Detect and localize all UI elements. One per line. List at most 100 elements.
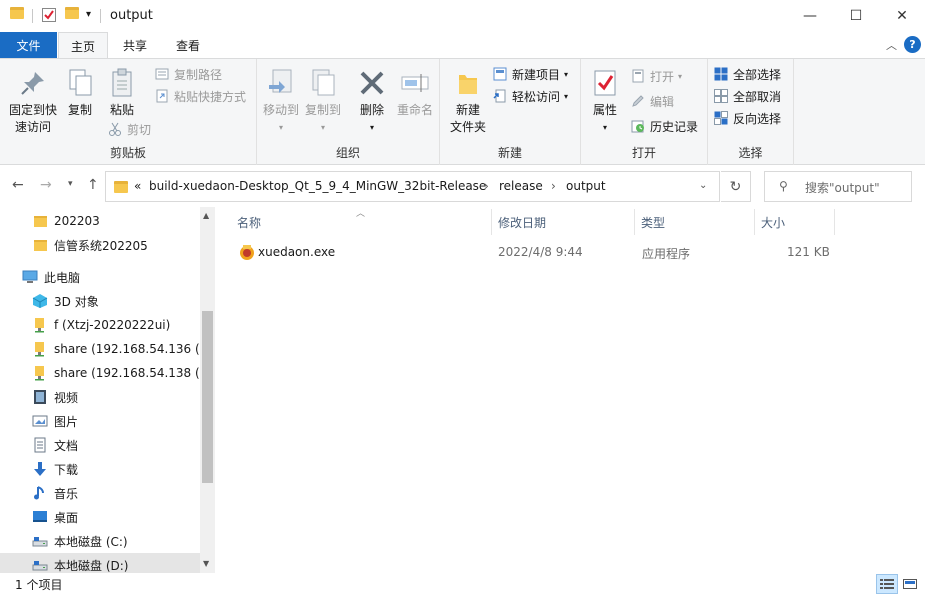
breadcrumb-separator-icon[interactable]: › bbox=[551, 179, 556, 193]
navigation-pane: 202203 信管系统202205 此电脑 3D 对象 f (Xtzj-20220222… bbox=[0, 207, 215, 573]
collapse-ribbon-icon[interactable]: ︿ bbox=[886, 37, 897, 53]
column-divider[interactable] bbox=[634, 209, 635, 235]
nav-item-6[interactable]: share (192.168.54.138 (xu bbox=[0, 361, 200, 385]
easy-access-label: 轻松访问 bbox=[512, 89, 561, 104]
forward-arrow-icon[interactable]: → bbox=[40, 177, 52, 193]
copy-path-button[interactable]: 复制路径 bbox=[155, 64, 222, 84]
column-divider[interactable] bbox=[491, 209, 492, 235]
move-to-button[interactable]: 移动到 ▾ bbox=[261, 67, 301, 136]
column-header-type[interactable]: 类型 bbox=[641, 214, 665, 231]
tab-view[interactable]: 查看 bbox=[163, 32, 213, 58]
cut-button[interactable]: 剪切 bbox=[108, 119, 151, 139]
column-divider[interactable] bbox=[754, 209, 755, 235]
network-drive-icon bbox=[32, 317, 48, 333]
paste-shortcut-icon bbox=[155, 89, 169, 103]
new-item-icon bbox=[493, 67, 507, 81]
scroll-down-icon[interactable]: ▼ bbox=[203, 559, 209, 568]
easy-access-button[interactable]: 轻松访问 ▾ bbox=[493, 86, 568, 106]
select-none-button[interactable]: 全部取消 bbox=[714, 86, 781, 106]
nav-item-0[interactable]: 202203 bbox=[0, 209, 200, 233]
nav-item-8[interactable]: 图片 bbox=[0, 409, 200, 433]
tab-home[interactable]: 主页 bbox=[58, 32, 108, 59]
nav-item-3[interactable]: 3D 对象 bbox=[0, 289, 200, 313]
history-label: 历史记录 bbox=[650, 119, 699, 134]
column-header-name[interactable]: 名称 bbox=[237, 214, 261, 231]
maximize-button[interactable]: ☐ bbox=[833, 0, 879, 32]
minimize-button[interactable]: — bbox=[787, 0, 833, 32]
properties-button[interactable]: 属性 ▾ bbox=[587, 67, 623, 136]
nav-item-14[interactable]: 本地磁盘 (D:) bbox=[0, 553, 200, 573]
edit-label: 编辑 bbox=[650, 94, 675, 109]
3d-objects-icon bbox=[32, 293, 48, 309]
title-bar: ▾ output — ☐ ✕ bbox=[0, 0, 925, 32]
breadcrumb-build[interactable]: build-xuedaon-Desktop_Qt_5_9_4_MinGW_32b… bbox=[149, 179, 486, 193]
breadcrumb-release[interactable]: release bbox=[499, 179, 543, 193]
move-to-label: 移动到 bbox=[262, 103, 299, 117]
folder-icon bbox=[10, 7, 24, 19]
rename-button[interactable]: 重命名 bbox=[393, 67, 437, 119]
nav-item-9[interactable]: 文档 bbox=[0, 433, 200, 457]
pin-to-quick-access-button[interactable]: 固定到快 速访问 bbox=[4, 67, 62, 136]
select-group: 全部选择 全部取消 反向选择 选择 bbox=[708, 59, 794, 165]
music-icon bbox=[32, 485, 48, 501]
nav-item-10[interactable]: 下载 bbox=[0, 457, 200, 481]
breadcrumb-separator-icon[interactable]: › bbox=[484, 179, 489, 193]
history-button[interactable]: 历史记录 bbox=[631, 116, 698, 136]
scroll-up-icon[interactable]: ▲ bbox=[203, 211, 209, 220]
column-divider[interactable] bbox=[834, 209, 835, 235]
pin-label-line1: 固定到快 bbox=[8, 103, 57, 117]
invert-selection-button[interactable]: 反向选择 bbox=[714, 108, 781, 128]
nav-item-7[interactable]: 视频 bbox=[0, 385, 200, 409]
network-drive-icon bbox=[32, 341, 48, 357]
close-button[interactable]: ✕ bbox=[879, 0, 925, 32]
new-folder-quick-access-icon[interactable] bbox=[65, 7, 79, 19]
pin-icon bbox=[17, 67, 49, 99]
new-folder-icon bbox=[452, 67, 484, 99]
pin-label-line2: 速访问 bbox=[14, 120, 51, 134]
address-dropdown-chevron-icon[interactable]: ⌄ bbox=[699, 180, 707, 191]
select-all-button[interactable]: 全部选择 bbox=[714, 64, 781, 84]
open-button[interactable]: 打开 ▾ bbox=[631, 66, 682, 86]
copy-to-button[interactable]: 复制到 ▾ bbox=[303, 67, 343, 136]
open-icon bbox=[631, 69, 645, 83]
desktop-icon bbox=[32, 509, 48, 525]
address-bar[interactable]: « build-xuedaon-Desktop_Qt_5_9_4_MinGW_3… bbox=[105, 171, 720, 202]
breadcrumb-output[interactable]: output bbox=[566, 179, 606, 193]
details-view-icon[interactable] bbox=[876, 574, 898, 594]
back-arrow-icon[interactable]: ← bbox=[12, 177, 24, 193]
breadcrumb-overflow[interactable]: « bbox=[134, 179, 141, 193]
edit-button[interactable]: 编辑 bbox=[631, 91, 674, 111]
nav-scrollbar[interactable]: ▲ ▼ bbox=[200, 207, 215, 573]
nav-item-4[interactable]: f (Xtzj-20220222ui) bbox=[0, 313, 200, 337]
delete-button[interactable]: 删除 ▾ bbox=[355, 67, 389, 136]
new-item-button[interactable]: 新建项目 ▾ bbox=[493, 64, 568, 84]
status-bar: 1 个项目 bbox=[0, 573, 925, 596]
nav-item-13[interactable]: 本地磁盘 (C:) bbox=[0, 529, 200, 553]
recent-locations-chevron-icon[interactable]: ▾ bbox=[68, 179, 73, 189]
nav-item-5[interactable]: share (192.168.54.136 (xu bbox=[0, 337, 200, 361]
nav-item-1[interactable]: 信管系统202205 bbox=[0, 233, 200, 257]
up-arrow-icon[interactable]: ↑ bbox=[87, 177, 99, 193]
new-folder-button[interactable]: 新建 文件夹 bbox=[446, 67, 490, 136]
refresh-icon[interactable]: ↻ bbox=[721, 171, 751, 202]
nav-item-11[interactable]: 音乐 bbox=[0, 481, 200, 505]
nav-item-label: f (Xtzj-20220222ui) bbox=[54, 318, 171, 332]
customize-quick-access-icon[interactable]: ▾ bbox=[86, 9, 91, 20]
column-header-size[interactable]: 大小 bbox=[761, 214, 785, 231]
copy-button[interactable]: 复制 bbox=[63, 67, 97, 119]
search-input[interactable]: ⚲ 搜索"output" bbox=[764, 171, 912, 202]
large-icons-view-icon[interactable] bbox=[899, 574, 921, 594]
tab-file[interactable]: 文件 bbox=[0, 32, 57, 58]
paste-button[interactable]: 粘贴 bbox=[103, 67, 141, 119]
tab-share[interactable]: 共享 bbox=[110, 32, 160, 58]
paste-shortcut-button[interactable]: 粘贴快捷方式 bbox=[155, 86, 246, 106]
nav-scrollbar-thumb[interactable] bbox=[202, 311, 213, 483]
properties-quick-access-icon[interactable] bbox=[42, 8, 56, 22]
easy-access-icon bbox=[493, 89, 507, 103]
column-header-date-modified[interactable]: 修改日期 bbox=[498, 214, 546, 231]
file-modified: 2022/4/8 9:44 bbox=[498, 245, 583, 259]
nav-item-2[interactable]: 此电脑 bbox=[0, 265, 200, 289]
table-row[interactable]: xuedaon.exe 2022/4/8 9:44 应用程序 121 KB bbox=[231, 241, 831, 263]
nav-item-12[interactable]: 桌面 bbox=[0, 505, 200, 529]
help-icon[interactable]: ? bbox=[904, 36, 921, 53]
